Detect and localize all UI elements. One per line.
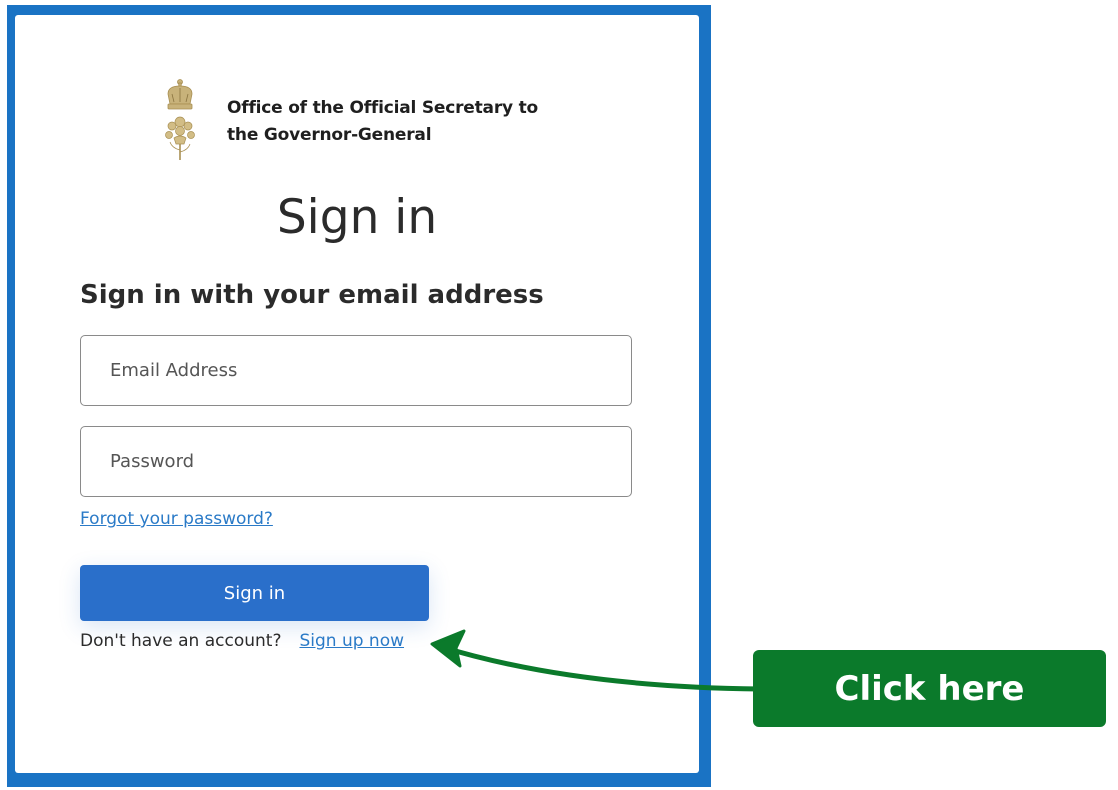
screenshot-stage: Office of the Official Secretary to the … (0, 0, 1118, 790)
organization-name-line-1: Office of the Official Secretary to (227, 98, 539, 118)
email-input[interactable] (80, 335, 632, 406)
callout-label: Click here (834, 668, 1025, 709)
password-input[interactable] (80, 426, 632, 497)
crown-crest-icon (165, 79, 195, 160)
organization-name: Office of the Official Secretary to the … (227, 95, 547, 149)
forgot-password-link[interactable]: Forgot your password? (80, 509, 273, 529)
click-here-callout: Click here (753, 650, 1106, 727)
signup-row: Don't have an account? Sign up now (80, 631, 404, 651)
sign-in-subtitle: Sign in with your email address (80, 280, 544, 310)
no-account-text: Don't have an account? (80, 631, 282, 651)
page-title: Sign in (276, 190, 438, 245)
arrow-left-icon (430, 629, 763, 692)
sign-in-button[interactable]: Sign in (80, 565, 429, 621)
organization-name-line-2: the Governor-General (227, 125, 432, 145)
organization-logo: Office of the Official Secretary to the … (160, 78, 540, 164)
sign-up-now-link[interactable]: Sign up now (299, 631, 404, 651)
